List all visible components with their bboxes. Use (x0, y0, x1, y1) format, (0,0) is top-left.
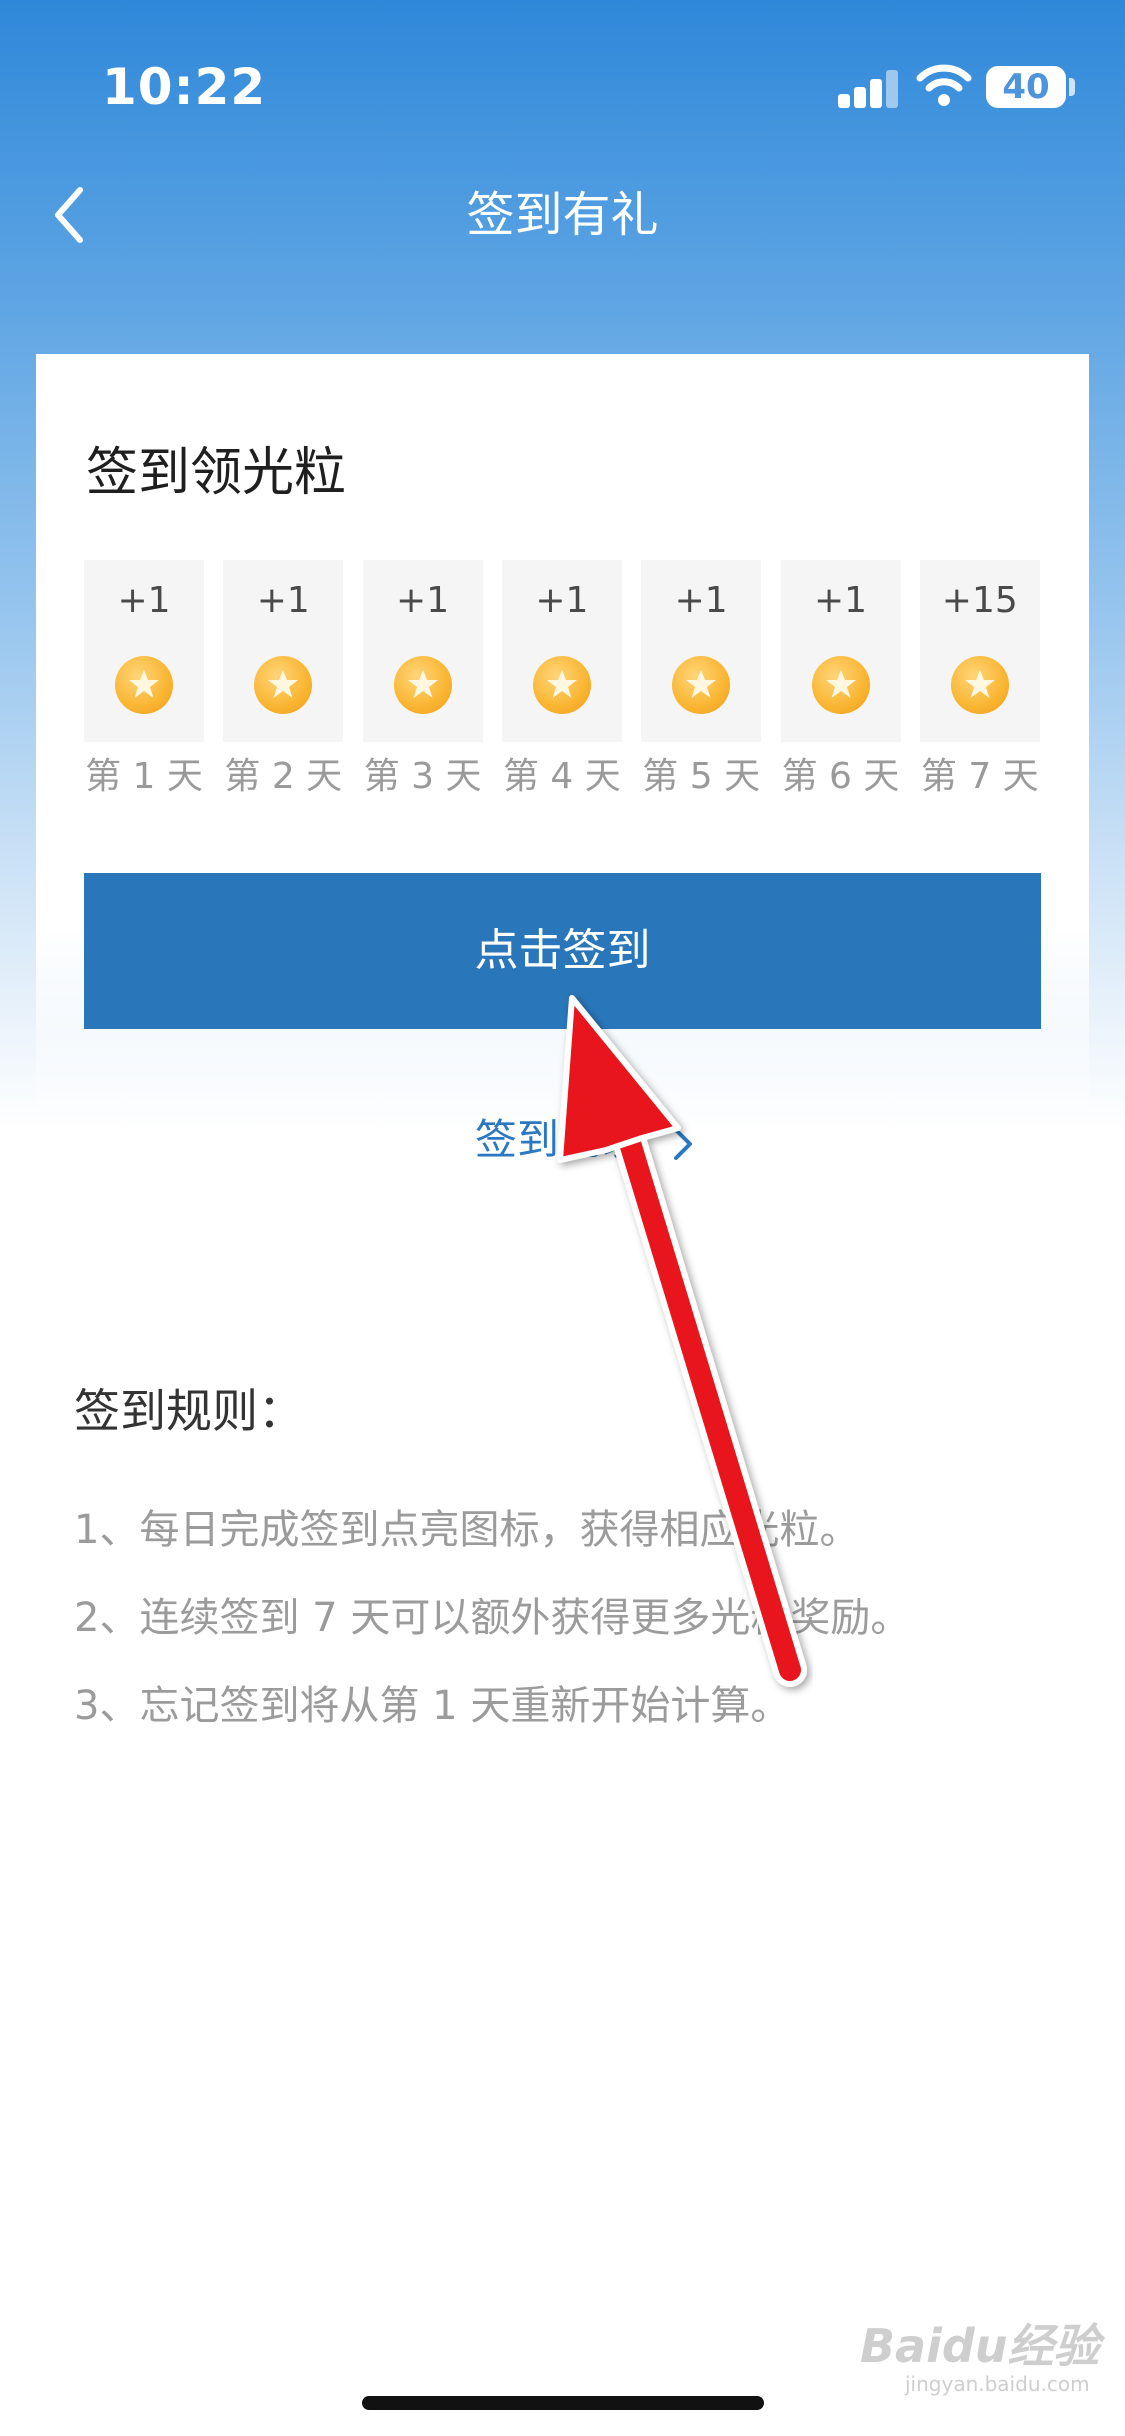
day-label: 第 7 天 (920, 756, 1039, 797)
signin-record-link[interactable]: 签到记录 (475, 1110, 643, 1170)
day-reward: +1 (535, 580, 589, 621)
day-tile: +1 (223, 560, 344, 742)
wifi-icon (916, 64, 972, 106)
day-label: 第 5 天 (642, 756, 761, 797)
sign-in-button[interactable]: 点击签到 (84, 873, 1041, 1029)
star-coin-icon (532, 656, 591, 714)
day-label: 第 4 天 (502, 756, 621, 797)
status-time: 10:22 (102, 58, 267, 116)
day-reward: +1 (256, 580, 310, 621)
page-title: 签到有礼 (466, 187, 659, 243)
day-reward: +1 (813, 580, 868, 621)
rule-item: 3、忘记签到将从第 1 天重新开始计算。 (74, 1683, 791, 1729)
day-reward: +1 (674, 580, 728, 621)
day-label: 第 1 天 (85, 756, 203, 797)
rules-title: 签到规则： (74, 1384, 304, 1438)
day-tile: +1 (641, 560, 762, 742)
day-tile: +1 (362, 560, 483, 742)
day-tile: +1 (501, 560, 622, 742)
chevron-right-icon[interactable] (668, 1124, 698, 1164)
day-tile: +1 (84, 560, 204, 742)
rule-item: 2、连续签到 7 天可以额外获得更多光粒奖励。 (74, 1595, 911, 1641)
star-coin-icon (950, 656, 1009, 714)
day-label: 第 6 天 (781, 756, 900, 797)
star-coin-icon (811, 656, 870, 714)
baidu-watermark-logo: Baidu经验 (860, 2319, 1100, 2373)
day-label: 第 3 天 (363, 756, 482, 797)
battery-tip (1069, 78, 1075, 96)
signal-icon (838, 70, 898, 108)
battery-icon: 40 (986, 66, 1066, 108)
rule-item: 1、每日完成签到点亮图标，获得相应光粒。 (74, 1507, 860, 1553)
star-coin-icon (254, 656, 313, 714)
day-reward: +1 (396, 580, 450, 621)
star-coin-icon (672, 656, 731, 714)
baidu-watermark-url: jingyan.baidu.com (905, 2372, 1090, 2396)
day-label: 第 2 天 (224, 756, 343, 797)
home-indicator (362, 2396, 764, 2410)
star-coin-icon (115, 656, 173, 714)
star-coin-icon (393, 656, 452, 714)
day-tile: +15 (919, 560, 1040, 742)
card-title: 签到领光粒 (86, 443, 347, 503)
day-reward: +1 (117, 580, 171, 621)
day-tile: +1 (780, 560, 901, 742)
day-reward: +15 (941, 580, 1018, 621)
status-bar: 10:22 40 (0, 0, 1125, 170)
